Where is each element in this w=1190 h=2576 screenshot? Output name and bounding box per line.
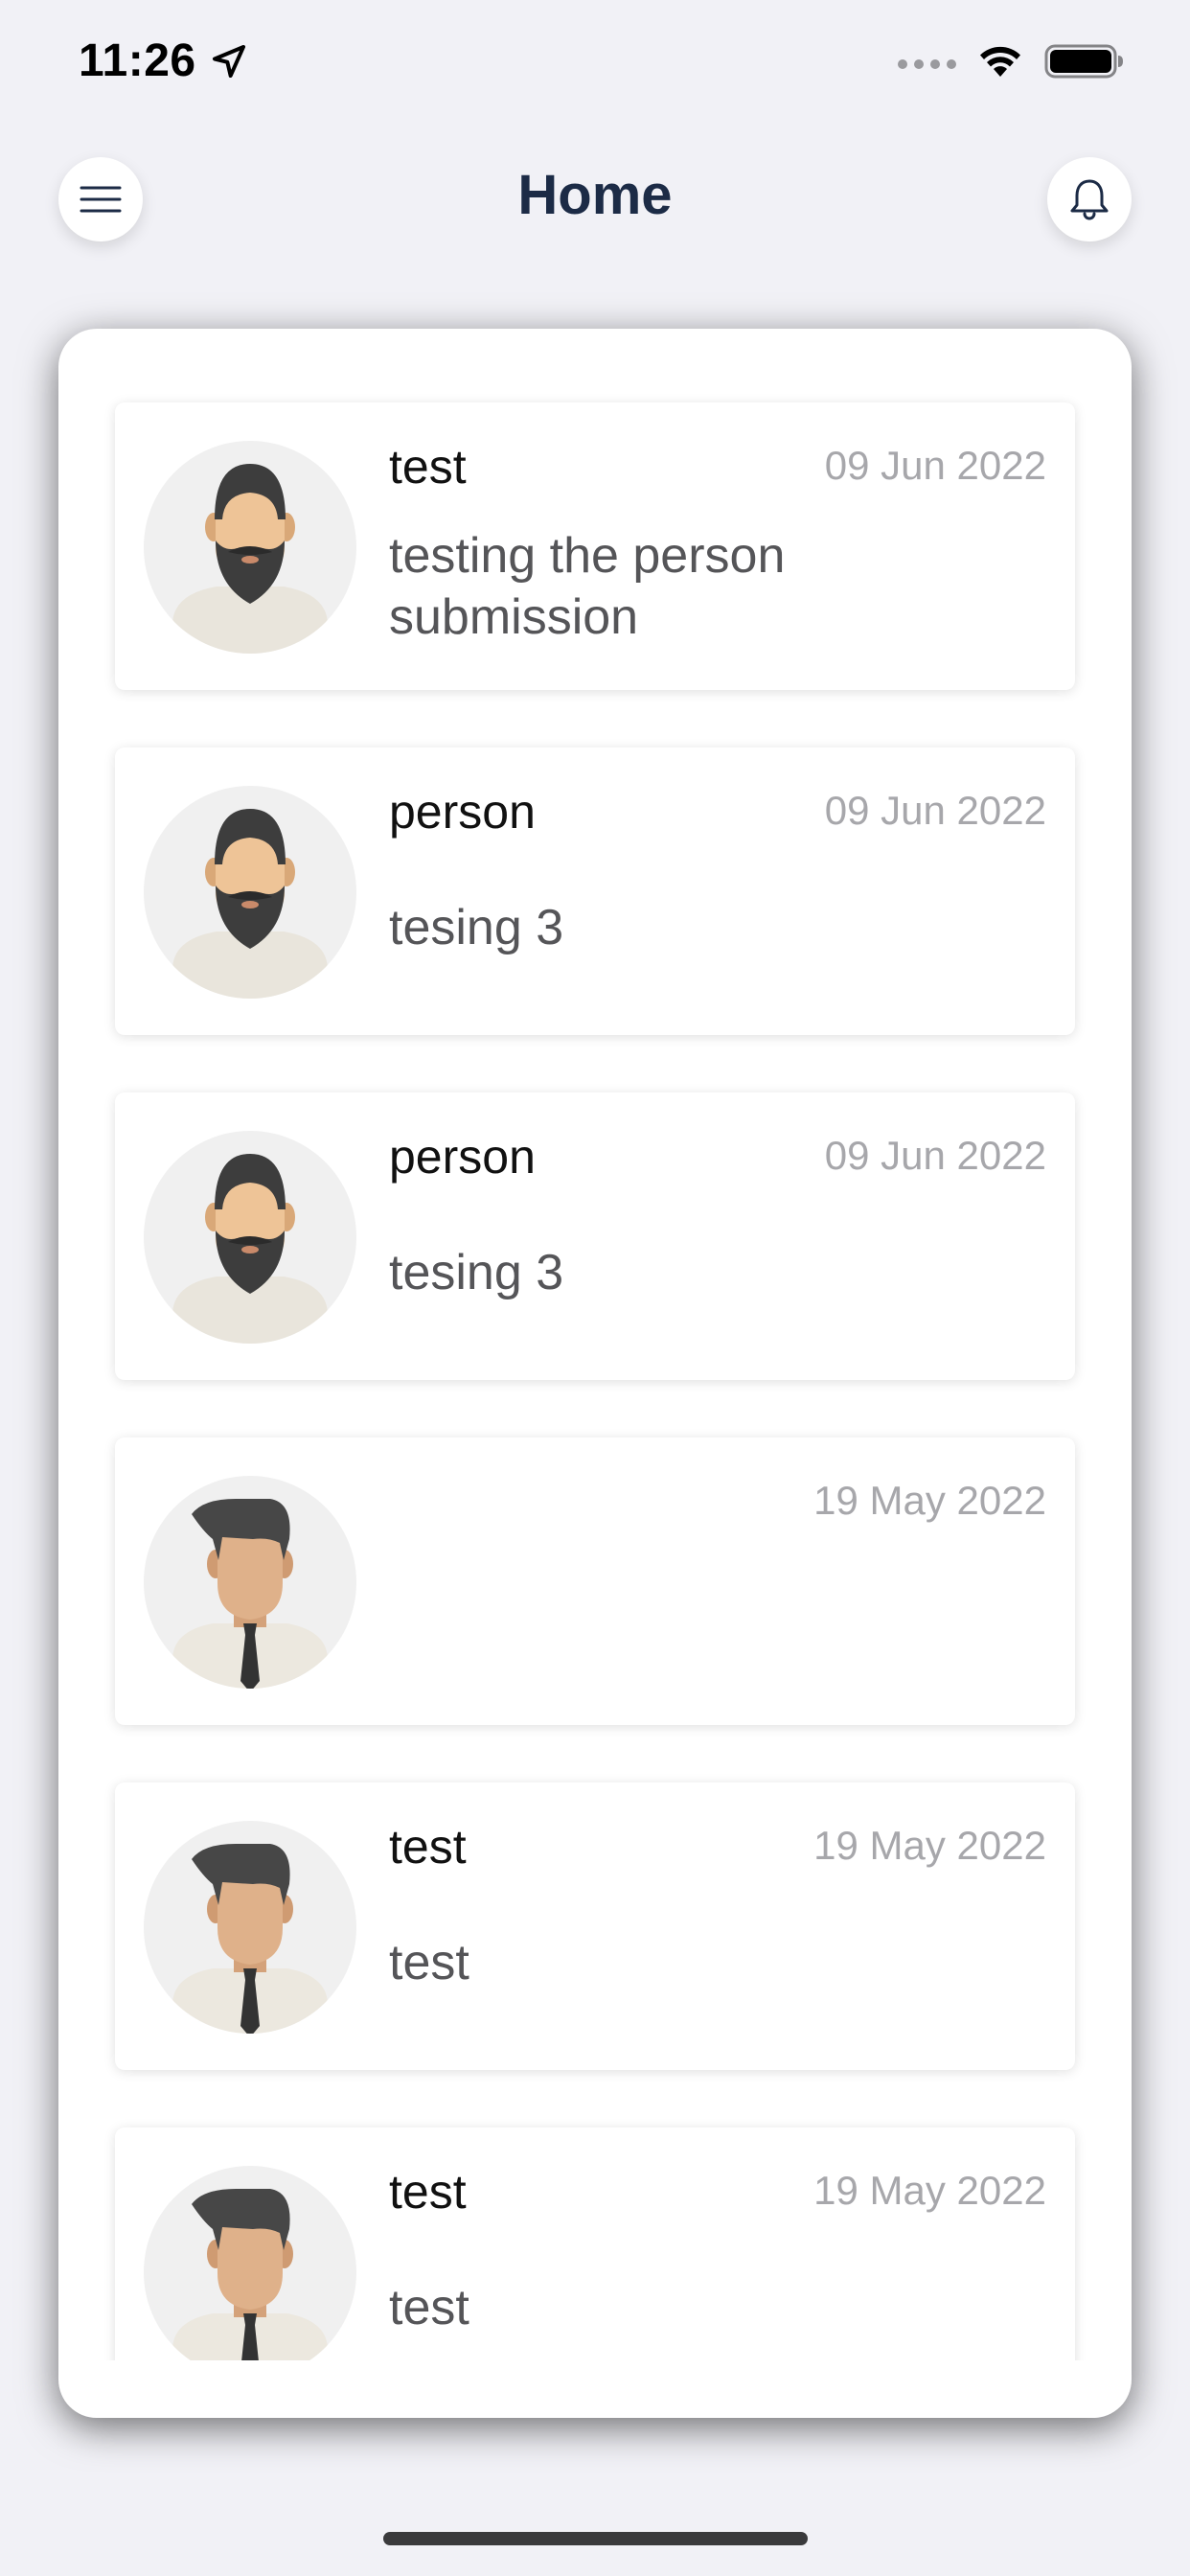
post-item[interactable]: test 19 May 2022 test bbox=[115, 1782, 1075, 2070]
post-date: 19 May 2022 bbox=[813, 1823, 1046, 1868]
status-indicators bbox=[898, 42, 1125, 85]
post-author: test bbox=[389, 1820, 467, 1874]
post-text: tesing 3 bbox=[389, 900, 564, 955]
post-item[interactable]: person 09 Jun 2022 tesing 3 bbox=[115, 1092, 1075, 1380]
status-time: 11:26 bbox=[79, 34, 248, 87]
bell-icon bbox=[1070, 179, 1109, 220]
location-arrow-icon bbox=[212, 44, 245, 78]
post-author: person bbox=[389, 785, 536, 839]
man-with-tie-avatar-icon bbox=[144, 2166, 356, 2360]
feed-card: test 09 Jun 2022 testing the person subm… bbox=[58, 329, 1132, 2418]
man-with-tie-avatar-icon bbox=[144, 1476, 356, 1689]
notifications-button[interactable] bbox=[1047, 157, 1132, 242]
status-time-text: 11:26 bbox=[79, 35, 196, 86]
post-item[interactable]: 19 May 2022 bbox=[115, 1438, 1075, 1725]
post-text: test bbox=[389, 2280, 469, 2335]
post-item[interactable]: test 09 Jun 2022 testing the person subm… bbox=[115, 402, 1075, 690]
status-bar: 11:26 bbox=[0, 0, 1190, 125]
battery-icon bbox=[1044, 42, 1125, 85]
post-text: test bbox=[389, 1935, 469, 1990]
post-item[interactable]: test 19 May 2022 test bbox=[115, 2128, 1075, 2360]
man-with-tie-avatar-icon bbox=[144, 1821, 356, 2034]
post-list[interactable]: test 09 Jun 2022 testing the person subm… bbox=[58, 329, 1132, 2360]
cellular-signal-icon bbox=[898, 58, 956, 69]
wifi-icon bbox=[977, 44, 1023, 83]
bearded-man-avatar-icon bbox=[144, 441, 356, 654]
post-author: test bbox=[389, 2165, 467, 2219]
page-title: Home bbox=[517, 164, 673, 226]
post-date: 19 May 2022 bbox=[813, 2168, 1046, 2213]
post-author: person bbox=[389, 1130, 536, 1184]
app-header: Home bbox=[0, 144, 1190, 259]
post-date: 09 Jun 2022 bbox=[824, 1133, 1046, 1178]
post-item[interactable]: person 09 Jun 2022 tesing 3 bbox=[115, 748, 1075, 1035]
bearded-man-avatar-icon bbox=[144, 1131, 356, 1344]
post-date: 19 May 2022 bbox=[813, 1478, 1046, 1523]
post-text: tesing 3 bbox=[389, 1245, 564, 1300]
post-date: 09 Jun 2022 bbox=[824, 443, 1046, 488]
home-indicator[interactable] bbox=[383, 2532, 808, 2545]
bearded-man-avatar-icon bbox=[144, 786, 356, 999]
post-date: 09 Jun 2022 bbox=[824, 788, 1046, 833]
post-text: testing the person submission bbox=[389, 528, 786, 645]
post-author: test bbox=[389, 440, 467, 494]
